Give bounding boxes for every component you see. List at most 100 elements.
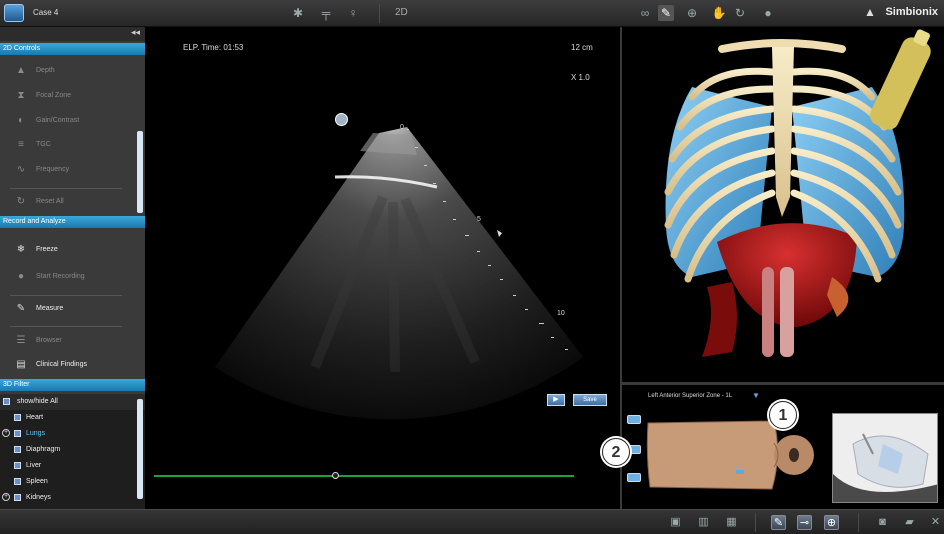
callout-badge-2: 2 [602,438,630,466]
control-label: Freeze [36,246,58,253]
control-label: Start Recording [36,273,85,280]
target-icon[interactable]: ⊕ [824,515,839,530]
checkbox[interactable] [14,494,21,501]
filter-label: Diaphragm [26,446,61,453]
control-freeze[interactable]: ❄ Freeze [0,238,136,262]
left-control-panel: ◂◂ 2D Controls ▲ Depth ⧗ Focal Zone ◐ Ga… [0,27,145,509]
zone-dropdown-icon[interactable]: ▼ [752,391,760,400]
expand-icon[interactable]: + [2,493,10,501]
timeline-knob[interactable] [331,472,339,479]
toolbar-divider [379,4,380,23]
layout-3-icon[interactable]: ▦ [724,515,739,530]
spleen [702,282,737,357]
filter-item-kidneys[interactable]: + Kidneys [0,490,136,506]
filter-item-liver[interactable]: Liver [0,458,136,474]
control-browser[interactable]: ☰ Browser [0,329,136,353]
record-icon: ● [17,271,25,282]
control-label: Clinical Findings [36,361,87,368]
control-start-recording[interactable]: ● Start Recording [0,265,136,289]
focal-marker-icon [497,230,502,237]
scrollbar-filter[interactable] [137,399,143,499]
probe-mini-view [832,413,938,503]
camera-icon[interactable]: ◙ [875,515,890,530]
aorta [762,267,774,357]
hand-icon[interactable]: ✋ [711,5,727,21]
filter-item-diaphragm[interactable]: Diaphragm [0,442,136,458]
browser-icon: ☰ [16,335,26,346]
close-icon[interactable]: ✕ [928,515,943,530]
measure-icon: ✎ [16,303,26,314]
depth-tick-label: 0 [400,124,404,131]
checkbox[interactable] [14,414,21,421]
checkbox[interactable] [14,430,21,437]
settings-icon[interactable]: ✱ [290,5,306,21]
control-tgc[interactable]: ≡ TGC [0,133,136,157]
search-icon[interactable]: ● [760,5,776,21]
probe-position-icon[interactable] [627,415,641,424]
control-frequency[interactable]: ∿ Frequency [0,158,136,182]
layout-2-icon[interactable]: ▥ [696,515,711,530]
filter-item-spleen[interactable]: Spleen [0,474,136,490]
control-focal-zone[interactable]: ⧗ Focal Zone [0,84,136,108]
app-logo-icon[interactable] [4,4,24,22]
rotate-icon[interactable]: ↻ [732,5,748,21]
control-label: TGC [36,141,51,148]
zone-label: Left Anterior Superior Zone - 1L [648,393,733,399]
filter-item-lungs[interactable]: + Lungs [0,426,136,442]
mode-2d-button[interactable]: 2D [395,7,408,18]
anatomy-3d-view[interactable] [622,27,944,382]
play-button[interactable]: ▶ [547,394,565,406]
filter-item-heart[interactable]: Heart [0,410,136,426]
pin-icon[interactable]: ╤ [318,5,334,21]
probe-marker [736,470,744,474]
layout-1-icon[interactable]: ▣ [668,515,683,530]
probe-position-icon[interactable] [627,473,641,482]
tgc-icon: ≡ [18,139,24,150]
control-label: Focal Zone [36,92,72,99]
simbionix-logo-icon: ▲ [864,5,876,19]
folder-icon[interactable]: ▰ [902,515,917,530]
control-depth[interactable]: ▲ Depth [0,59,136,83]
toolbar-divider [858,513,859,532]
top-toolbar: Case 4 ✱ ╤ ♀ 2D ∞ ✎ ⊕ ✋ ↻ ● ▲ Simbionix [0,0,944,27]
scrollbar-2d-controls[interactable] [137,131,143,213]
ultrasound-view[interactable]: ELP. Time: 01:53 12 cm X 1.0 0 5 10 ▶ Sa… [145,27,621,509]
save-button[interactable]: Save [573,394,607,406]
checkbox[interactable] [14,462,21,469]
control-measure[interactable]: ✎ Measure [0,297,136,321]
section-record-analyze: Record and Analyze [0,216,145,228]
brush-icon[interactable]: ✎ [771,515,786,530]
collapse-icon[interactable]: ◂◂ [131,27,140,38]
lightbulb-icon[interactable]: ♀ [345,5,361,21]
control-label: Measure [36,305,64,312]
control-reset-all[interactable]: ↻ Reset All [0,190,136,214]
timeline-bar[interactable] [154,475,574,477]
gain-icon: ◐ [17,115,25,126]
frequency-icon: ∿ [16,164,26,175]
checkbox[interactable] [3,398,10,405]
filter-label: Lungs [26,430,46,437]
checkbox[interactable] [14,446,21,453]
control-gain-contrast[interactable]: ◐ Gain/Contrast [0,109,136,133]
ultrasound-sector [215,127,583,420]
control-clinical-findings[interactable]: ▤ Clinical Findings [0,353,136,377]
section-2d-controls: 2D Controls [0,43,145,55]
probe-icon[interactable]: ⊸ [797,515,812,530]
filter-show-hide-all[interactable]: show/hide All [0,394,145,410]
zoom-icon[interactable]: ⊕ [684,5,700,21]
depth-tick-label: 5 [477,216,481,223]
probe-mini-render [833,414,937,502]
panel-collapse-bar[interactable]: ◂◂ [0,27,145,41]
expand-icon[interactable]: + [2,429,10,437]
torso-body [646,420,779,490]
case-title: Case 4 [33,8,59,17]
divider [10,295,122,296]
filter-list: show/hide All Heart + Lungs Diaphragm Li… [0,394,145,509]
reset-icon: ↻ [16,196,26,207]
filter-label: Liver [26,462,42,469]
focal-zone-icon: ⧗ [17,90,25,101]
checkbox[interactable] [14,478,21,485]
link-icon[interactable]: ∞ [637,5,653,21]
sternum [772,47,794,217]
probe-tool-icon[interactable]: ✎ [658,5,674,21]
